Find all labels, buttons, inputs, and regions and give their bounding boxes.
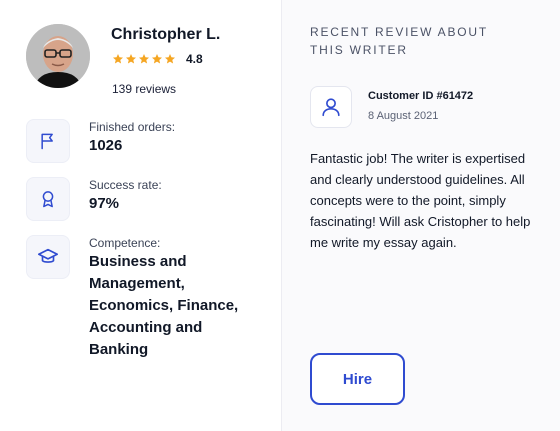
star-icon [152, 54, 162, 64]
star-icon [139, 54, 149, 64]
finished-orders-badge [26, 119, 70, 163]
stat-value-success-rate: 97% [89, 195, 120, 212]
review-text: Fantastic job! The writer is expertised … [310, 151, 531, 250]
writer-name: Christopher L. [111, 26, 221, 43]
rating-value: 4.8 [186, 52, 203, 66]
graduation-cap-icon [38, 248, 58, 263]
star-icon [165, 54, 175, 64]
rating-stars [112, 53, 176, 65]
user-icon [322, 98, 340, 117]
review-date: 8 August 2021 [368, 110, 439, 122]
hire-button[interactable]: Hire [310, 353, 405, 405]
success-rate-badge [26, 177, 70, 221]
competence-badge [26, 235, 70, 279]
star-icon [113, 54, 123, 64]
writer-profile-panel: Christopher L. 4.8 139 reviews Finished … [0, 0, 281, 431]
reviews-count: 139 reviews [112, 82, 177, 96]
avatar [26, 24, 90, 88]
customer-avatar [310, 86, 352, 128]
stat-label-success-rate: Success rate: [89, 178, 162, 192]
customer-id: Customer ID #61472 [368, 90, 474, 102]
flag-icon [41, 133, 53, 150]
writer-rating: 4.8 [112, 52, 203, 66]
review-section-title: RECENT REVIEW ABOUT THIS WRITER [310, 25, 488, 57]
award-icon [42, 191, 54, 208]
stat-value-competence: Business and Management, Economics, Fina… [89, 253, 239, 358]
stat-label-finished-orders: Finished orders: [89, 120, 176, 134]
stat-label-competence: Competence: [89, 236, 161, 250]
stat-value-finished-orders: 1026 [89, 137, 123, 154]
star-icon [126, 54, 136, 64]
